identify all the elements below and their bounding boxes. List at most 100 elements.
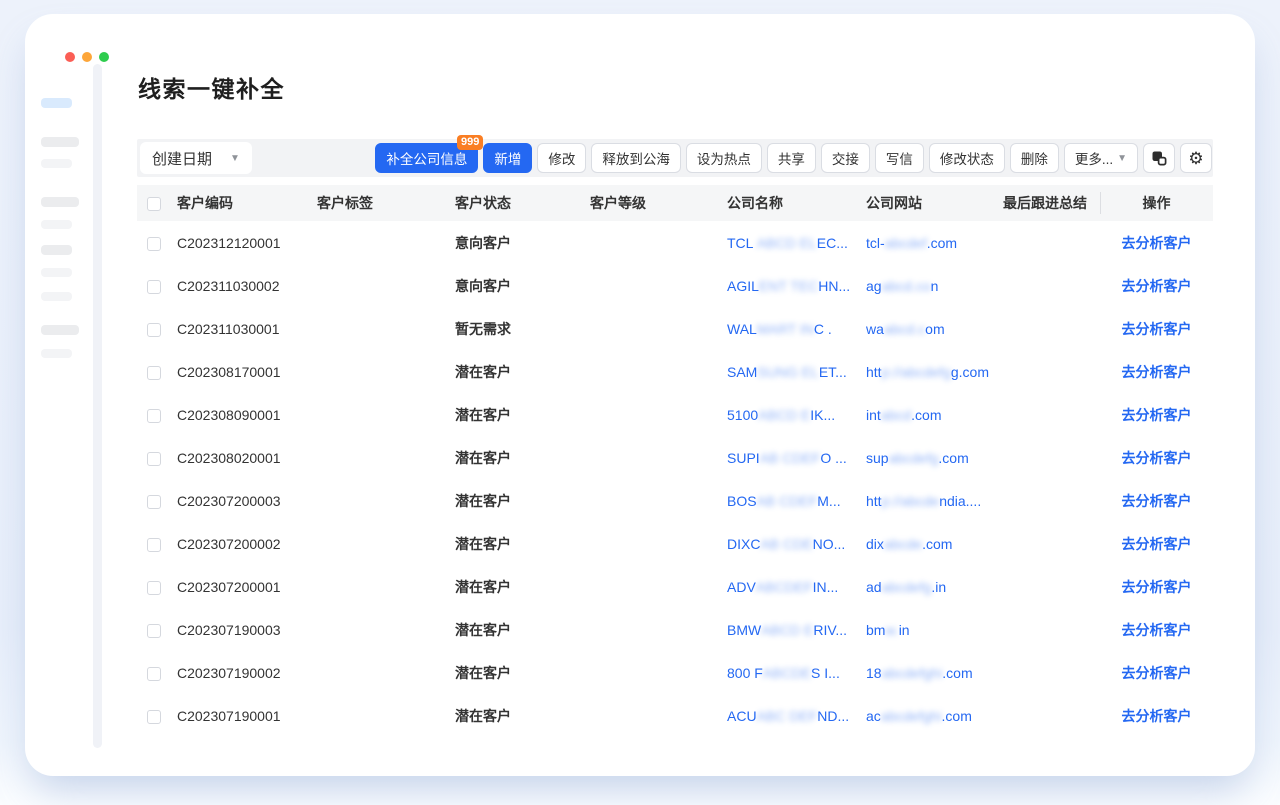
analyze-customer-link[interactable]: 去分析客户	[1100, 620, 1213, 640]
edit-button[interactable]: 修改	[537, 143, 586, 173]
customer-status: 潜在客户	[455, 350, 590, 393]
date-filter-select[interactable]: 创建日期 ▼	[140, 142, 252, 174]
add-button[interactable]: 新增	[483, 143, 532, 173]
column-header-action: 操作	[1100, 185, 1213, 221]
analyze-customer-link[interactable]: 去分析客户	[1100, 276, 1213, 296]
redacted-text: SUNG EL	[757, 364, 818, 380]
row-checkbox[interactable]	[147, 495, 161, 509]
company-name-link[interactable]: BMW ABCD ERIV...	[727, 608, 866, 651]
company-name-link[interactable]: ADVABCDEF IN...	[727, 565, 866, 608]
company-name-link[interactable]: SAMSUNG ELET...	[727, 350, 866, 393]
customer-tags	[317, 651, 455, 694]
row-checkbox[interactable]	[147, 409, 161, 423]
company-website-link[interactable]: dixabcde.com	[866, 522, 1003, 565]
sidebar-item-placeholder	[41, 349, 72, 358]
company-name-link[interactable]: ACUABC DEFND...	[727, 694, 866, 737]
switch-apps-button[interactable]	[1143, 143, 1175, 173]
company-name-link[interactable]: SUPIAB CDEFO ...	[727, 436, 866, 479]
analyze-customer-link[interactable]: 去分析客户	[1100, 534, 1213, 554]
company-website-link[interactable]: acabcdefghi.com	[866, 694, 1003, 737]
analyze-customer-link[interactable]: 去分析客户	[1100, 663, 1213, 683]
customer-tags	[317, 393, 455, 436]
row-checkbox[interactable]	[147, 280, 161, 294]
customer-level	[590, 651, 727, 694]
analyze-customer-link[interactable]: 去分析客户	[1100, 706, 1213, 726]
company-name-link[interactable]: 5100 ABCD EIK...	[727, 393, 866, 436]
table-row: C202307200002 潜在客户 DIXCAB CDENO... dixab…	[137, 522, 1213, 565]
company-website-link[interactable]: http://abcdendia....	[866, 479, 1003, 522]
change-status-button[interactable]: 修改状态	[929, 143, 1005, 173]
last-followup-summary	[1003, 565, 1100, 608]
row-checkbox[interactable]	[147, 452, 161, 466]
company-name-link[interactable]: AGILENT TECHN...	[727, 264, 866, 307]
row-checkbox[interactable]	[147, 581, 161, 595]
company-name-link[interactable]: DIXCAB CDENO...	[727, 522, 866, 565]
redacted-text: abcdefg	[882, 579, 932, 595]
more-button[interactable]: 更多... ▼	[1064, 143, 1138, 173]
write-email-button[interactable]: 写信	[875, 143, 924, 173]
redacted-text: p://abcde	[882, 493, 940, 509]
analyze-customer-link[interactable]: 去分析客户	[1100, 577, 1213, 597]
company-website-link[interactable]: http://abcdefgg.com	[866, 350, 1003, 393]
redacted-text: abcde	[884, 536, 922, 552]
analyze-customer-link[interactable]: 去分析客户	[1100, 448, 1213, 468]
company-name-link[interactable]: BOSAB CDEFM...	[727, 479, 866, 522]
customer-table: 客户编码 客户标签 客户状态 客户等级 公司名称 公司网站 最后跟进总结 操作 …	[137, 185, 1213, 737]
customer-tags	[317, 565, 455, 608]
row-checkbox[interactable]	[147, 710, 161, 724]
column-header-last-followup: 最后跟进总结	[1003, 185, 1100, 221]
company-website-link[interactable]: tcl-abcdef.com	[866, 221, 1003, 264]
company-website-link[interactable]: adabcdefg.in	[866, 565, 1003, 608]
redacted-text: AB CDEF	[757, 493, 818, 509]
company-name-link[interactable]: WALMART INC .	[727, 307, 866, 350]
sidebar-item-placeholder	[41, 268, 72, 277]
customer-tags	[317, 307, 455, 350]
redacted-text: abcd	[881, 407, 911, 423]
customer-level	[590, 221, 727, 264]
sidebar-item-active-placeholder[interactable]	[41, 98, 72, 108]
company-name-link[interactable]: TCL ABCD ELEC...	[727, 221, 866, 264]
redacted-text: p://abcdefg	[882, 364, 951, 380]
company-website-link[interactable]: supabcdefg.com	[866, 436, 1003, 479]
row-checkbox[interactable]	[147, 538, 161, 552]
complete-company-info-button[interactable]: 补全公司信息 999	[375, 143, 478, 173]
settings-button[interactable]: ⚙	[1180, 143, 1212, 173]
redacted-text: ENT TEC	[759, 278, 818, 294]
analyze-customer-link[interactable]: 去分析客户	[1100, 319, 1213, 339]
row-checkbox[interactable]	[147, 667, 161, 681]
delete-button[interactable]: 删除	[1010, 143, 1059, 173]
row-checkbox[interactable]	[147, 323, 161, 337]
company-website-link[interactable]: 18abcdefghi.com	[866, 651, 1003, 694]
company-website-link[interactable]: agabcd.con	[866, 264, 1003, 307]
complete-company-info-label: 补全公司信息	[386, 148, 467, 168]
table-row: C202308090001 潜在客户 5100 ABCD EIK... inta…	[137, 393, 1213, 436]
company-website-link[interactable]: intabcd.com	[866, 393, 1003, 436]
release-to-pool-button[interactable]: 释放到公海	[591, 143, 681, 173]
company-website-link[interactable]: waabcd.com	[866, 307, 1003, 350]
customer-code: C202307200001	[177, 565, 317, 608]
redacted-text: abcd.co	[882, 278, 931, 294]
row-checkbox[interactable]	[147, 237, 161, 251]
analyze-customer-link[interactable]: 去分析客户	[1100, 405, 1213, 425]
set-hotspot-button[interactable]: 设为热点	[686, 143, 762, 173]
company-website-link[interactable]: bmw.in	[866, 608, 1003, 651]
table-row: C202307190003 潜在客户 BMW ABCD ERIV... bmw.…	[137, 608, 1213, 651]
customer-level	[590, 694, 727, 737]
analyze-customer-link[interactable]: 去分析客户	[1100, 362, 1213, 382]
customer-tags	[317, 522, 455, 565]
select-all-checkbox[interactable]	[147, 197, 161, 211]
sidebar-item-placeholder	[41, 159, 72, 168]
customer-status: 意向客户	[455, 221, 590, 264]
customer-code: C202307190002	[177, 651, 317, 694]
row-checkbox[interactable]	[147, 624, 161, 638]
toolbar: 创建日期 ▼ 补全公司信息 999 新增 修改 释放到公海 设为热点 共享 交接…	[137, 139, 1213, 177]
row-checkbox[interactable]	[147, 366, 161, 380]
redacted-text: ABCD E	[761, 622, 813, 638]
share-button[interactable]: 共享	[767, 143, 816, 173]
company-name-link[interactable]: 800 FABCDES I...	[727, 651, 866, 694]
customer-level	[590, 479, 727, 522]
analyze-customer-link[interactable]: 去分析客户	[1100, 491, 1213, 511]
handover-button[interactable]: 交接	[821, 143, 870, 173]
last-followup-summary	[1003, 608, 1100, 651]
analyze-customer-link[interactable]: 去分析客户	[1100, 233, 1213, 253]
